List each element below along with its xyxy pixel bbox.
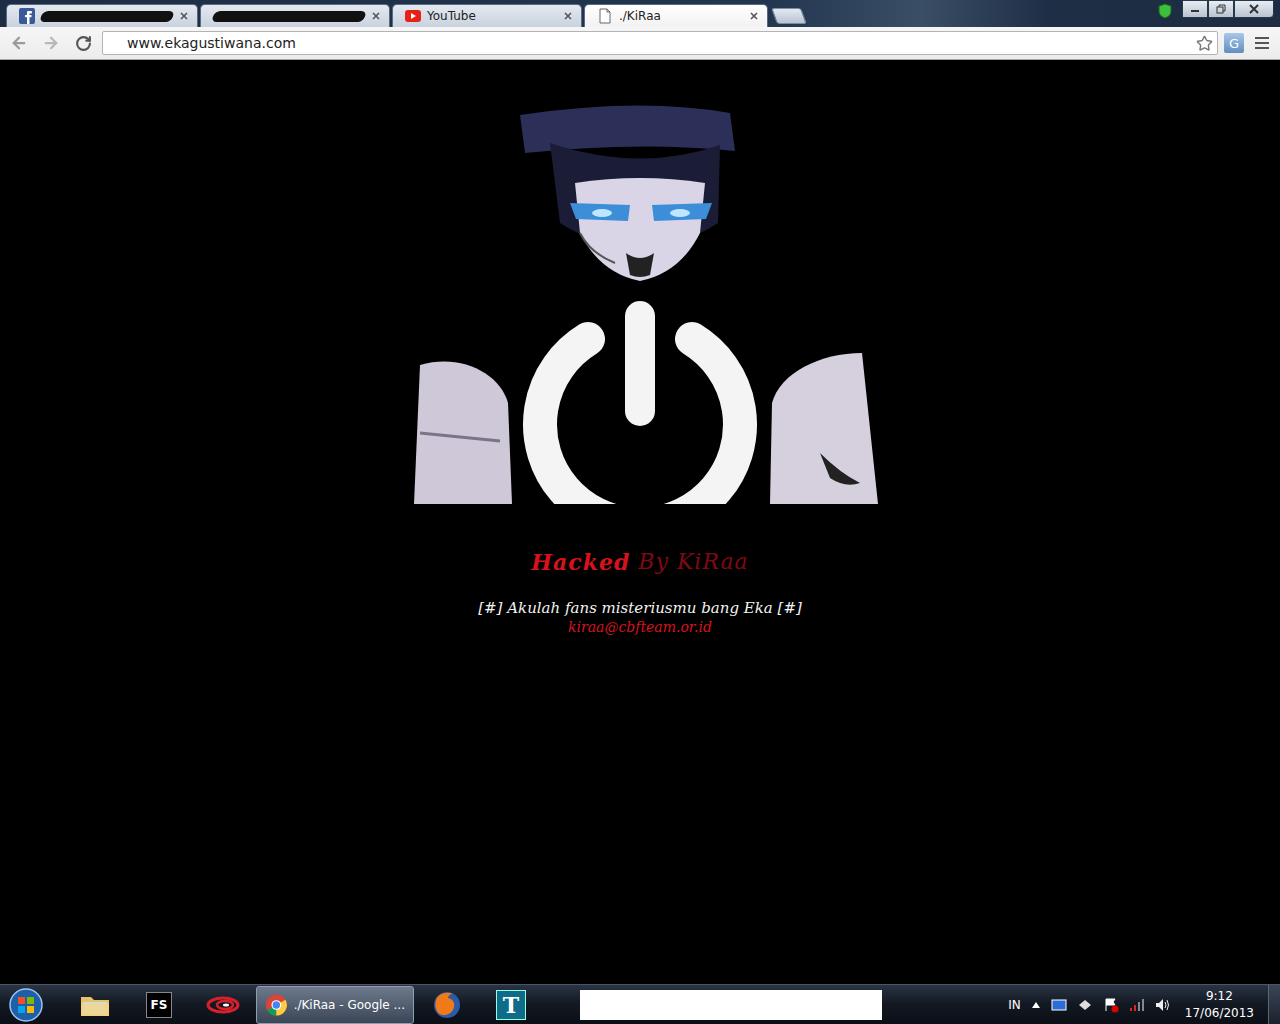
- left-shoulder: [414, 361, 512, 504]
- url-text: www.ekagustiwana.com: [127, 35, 1196, 51]
- reload-icon: [75, 35, 92, 52]
- back-arrow-icon: [10, 34, 28, 52]
- browser-tab[interactable]: ./KiRaa: [584, 4, 768, 27]
- clock-time: 9:12: [1206, 988, 1233, 1005]
- chrome-icon: [265, 991, 288, 1019]
- signal-icon[interactable]: [1129, 998, 1145, 1012]
- clock-date: 17/06/2013: [1185, 1005, 1254, 1022]
- tab-label: YouTube: [427, 9, 557, 23]
- restore-button[interactable]: [1208, 0, 1234, 18]
- message-text: [#] Akulah fans misteriusmu bang Eka [#]: [478, 599, 802, 617]
- forward-button[interactable]: [38, 30, 64, 56]
- hacked-heading: HackedBy KiRaa: [531, 549, 748, 575]
- taskbar-item[interactable]: [416, 986, 478, 1024]
- tab-strip: YouTube ./KiRaa: [0, 0, 1280, 27]
- show-desktop-button[interactable]: [1268, 985, 1280, 1024]
- swirl-icon: [206, 995, 240, 1015]
- right-shoulder: [770, 353, 878, 504]
- back-button[interactable]: [6, 30, 32, 56]
- email-link[interactable]: kiraa@cbfteam.or.id: [568, 619, 712, 635]
- browser-tab[interactable]: [200, 4, 390, 27]
- bluetooth-icon[interactable]: [1077, 998, 1093, 1012]
- close-tab-icon[interactable]: [179, 11, 189, 21]
- browser-toolbar: www.ekagustiwana.com G: [0, 27, 1280, 60]
- bookmark-star-icon[interactable]: [1196, 35, 1213, 52]
- power-icon: [540, 301, 740, 504]
- folder-icon: [79, 991, 111, 1019]
- menu-button[interactable]: [1250, 31, 1274, 55]
- close-tab-icon[interactable]: [749, 11, 759, 21]
- forward-arrow-icon: [42, 34, 60, 52]
- hacker-illustration: [400, 103, 880, 504]
- shield-icon: [1158, 3, 1172, 19]
- browser-tab[interactable]: [6, 4, 198, 27]
- restore-icon: [1216, 4, 1226, 14]
- firefox-icon: [432, 990, 462, 1020]
- minimize-button[interactable]: [1182, 0, 1208, 18]
- volume-icon[interactable]: [1155, 998, 1171, 1012]
- close-tab-icon[interactable]: [371, 11, 381, 21]
- network-icon[interactable]: [1051, 998, 1067, 1012]
- facebook-icon: [19, 8, 35, 24]
- show-hidden-icon[interactable]: [1031, 1001, 1041, 1009]
- taskbar-label: ./KiRaa - Google ...: [294, 998, 405, 1012]
- windows-orb-icon: [8, 987, 44, 1023]
- youtube-icon: [405, 8, 421, 24]
- reload-button[interactable]: [70, 30, 96, 56]
- taskbar-item[interactable]: [192, 986, 254, 1024]
- taskbar-item[interactable]: T: [480, 986, 542, 1024]
- system-tray: IN 9:1217/06/2013: [1008, 985, 1280, 1024]
- new-tab-button[interactable]: [771, 8, 807, 24]
- taskbar-item[interactable]: ./KiRaa - Google ...: [256, 986, 414, 1024]
- face: [575, 178, 705, 281]
- close-tab-icon[interactable]: [563, 11, 573, 21]
- taskbar-item[interactable]: FS: [128, 986, 190, 1024]
- start-button[interactable]: [6, 986, 46, 1024]
- minimize-icon: [1190, 5, 1200, 13]
- address-bar[interactable]: www.ekagustiwana.com: [102, 31, 1218, 55]
- language-indicator[interactable]: IN: [1008, 998, 1021, 1012]
- extension-button[interactable]: G: [1224, 33, 1244, 53]
- tab-label: ./KiRaa: [619, 9, 743, 23]
- window-controls: [1182, 0, 1274, 18]
- clock[interactable]: 9:1217/06/2013: [1181, 988, 1258, 1022]
- taskbar-item[interactable]: [64, 986, 126, 1024]
- action-center-icon[interactable]: [1103, 997, 1119, 1013]
- desktop-screen: YouTube ./KiRaa www.ekagustiwana.com G Hacke…: [0, 0, 1280, 1024]
- redacted-box: [580, 990, 882, 1020]
- redacted-label: [211, 11, 367, 22]
- fs-icon: FS: [146, 992, 172, 1018]
- web-page: HackedBy KiRaa [#] Akulah fans misteriusm…: [0, 60, 1280, 984]
- teamviewer-icon: T: [496, 990, 526, 1020]
- redacted-label: [39, 11, 175, 22]
- close-button[interactable]: [1234, 0, 1274, 18]
- browser-tab[interactable]: YouTube: [392, 4, 582, 27]
- taskbar: FS ./KiRaa - Google ... T IN 9:1217/06/2013: [0, 984, 1280, 1024]
- page-icon: [597, 8, 613, 24]
- close-icon: [1249, 4, 1259, 14]
